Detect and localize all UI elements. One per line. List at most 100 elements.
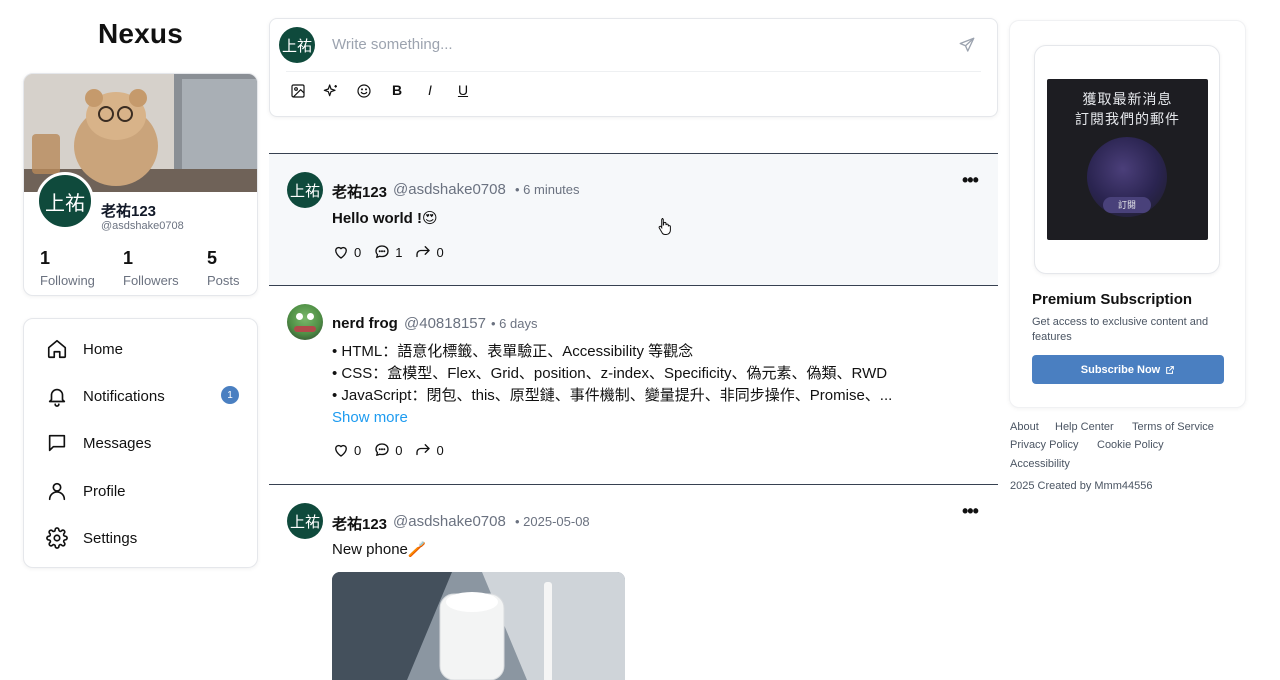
post-line: • JavaScript：閉包、this、原型鏈、事件機制、變量提升、非同步操作… — [332, 387, 893, 404]
composer-avatar: 上祐 — [279, 27, 315, 63]
like-count: 0 — [354, 442, 362, 458]
ad-subscribe-button[interactable]: 訂閱 — [1103, 197, 1151, 213]
post-image[interactable] — [332, 572, 625, 680]
stat-posts-label: Posts — [207, 273, 240, 288]
heart-icon — [335, 246, 347, 259]
feed-post[interactable]: nerd frog @40818157 • 6 days • HTML：語意化標… — [269, 286, 998, 484]
message-icon — [48, 434, 66, 452]
stat-followers-label: Followers — [123, 273, 179, 288]
post-time: • 6 minutes — [515, 182, 580, 197]
nav-item-notifications-label: Notifications — [83, 387, 165, 405]
premium-description: Get access to exclusive content and feat… — [1032, 316, 1209, 343]
post-body: New phone🪥 — [332, 541, 427, 558]
composer-divider — [286, 71, 981, 72]
send-icon[interactable] — [958, 36, 976, 54]
footer-link-accessibility[interactable]: Accessibility — [1010, 458, 1070, 470]
profile-handle: @asdshake0708 — [101, 220, 184, 232]
footer-link-cookie[interactable]: Cookie Policy — [1097, 439, 1164, 451]
nav-item-messages[interactable]: Messages — [46, 430, 151, 456]
external-link-icon — [1166, 365, 1175, 374]
post-time: • 6 days — [491, 316, 538, 331]
ad-line-1: 獲取最新消息 — [1082, 91, 1173, 107]
more-options-icon[interactable]: ••• — [962, 502, 979, 520]
stat-followers-value: 1 — [123, 248, 134, 268]
nav-menu: Home Notifications 1 Messages Profile Se… — [23, 318, 258, 568]
bell-icon — [48, 388, 66, 407]
share-icon — [416, 444, 431, 456]
post-line: • CSS：盒模型、Flex、Grid、position、z-index、Spe… — [332, 365, 888, 382]
stat-following-label: Following — [40, 273, 95, 288]
post-handle[interactable]: @40818157 — [404, 315, 486, 332]
post-author[interactable]: 老祐123 — [332, 181, 387, 202]
bold-button[interactable]: B — [390, 82, 404, 98]
app-logo[interactable]: Nexus — [24, 18, 257, 50]
post-author[interactable]: 老祐123 — [332, 513, 387, 534]
emoji-icon[interactable] — [356, 83, 372, 99]
italic-button[interactable]: I — [423, 82, 437, 98]
heart-icon — [335, 444, 347, 457]
share-button[interactable]: 0 — [414, 243, 444, 261]
subscribe-label: Subscribe Now — [1080, 363, 1161, 376]
newsletter-ad-image: 獲取最新消息 訂閱我們的郵件 訂閱 — [1047, 79, 1208, 240]
more-options-icon[interactable]: ••• — [962, 171, 979, 189]
frog-avatar[interactable] — [287, 304, 323, 340]
sparkle-icon[interactable] — [323, 83, 339, 99]
post-author[interactable]: nerd frog — [332, 315, 398, 332]
stat-posts-value: 5 — [207, 248, 218, 268]
comment-count: 0 — [395, 442, 403, 458]
nav-item-profile-label: Profile — [83, 482, 126, 500]
nav-item-home-label: Home — [83, 340, 124, 358]
subscribe-button[interactable]: Subscribe Now — [1032, 355, 1224, 384]
profile-avatar[interactable]: 上祐 — [36, 172, 94, 230]
share-button[interactable]: 0 — [414, 441, 444, 459]
nav-item-notifications[interactable]: Notifications — [46, 383, 165, 409]
comment-icon — [375, 245, 389, 258]
share-count: 0 — [436, 244, 444, 260]
notifications-badge: 1 — [221, 386, 239, 404]
post-avatar[interactable]: 上祐 — [287, 503, 323, 539]
post-time: • 2025-05-08 — [515, 514, 590, 529]
user-icon — [48, 482, 66, 501]
footer-link-help[interactable]: Help Center — [1055, 421, 1114, 433]
like-button[interactable]: 0 — [332, 441, 361, 459]
comment-button[interactable]: 0 — [373, 441, 402, 459]
copyright-text: 2025 Created by Mmm44556 — [1010, 480, 1153, 492]
underline-button[interactable]: U — [456, 82, 470, 98]
share-count: 0 — [436, 442, 444, 458]
nav-item-profile[interactable]: Profile — [46, 478, 126, 504]
feed-post[interactable]: 上祐 老祐123 @asdshake0708 • 2025-05-08 ••• … — [269, 485, 998, 680]
post-body: Hello world !😍 — [332, 210, 438, 227]
stat-following-value: 1 — [40, 248, 51, 268]
nav-item-settings-label: Settings — [83, 529, 138, 547]
nav-item-settings[interactable]: Settings — [46, 525, 137, 551]
comment-icon — [375, 443, 389, 456]
like-button[interactable]: 0 — [332, 243, 361, 261]
image-icon[interactable] — [290, 83, 306, 99]
stat-following[interactable]: 1 Following — [40, 248, 95, 288]
comment-button[interactable]: 1 — [373, 243, 402, 261]
feed-post[interactable]: 上祐 老祐123 @asdshake0708 • 6 minutes ••• H… — [269, 154, 998, 285]
composer-input[interactable] — [332, 36, 932, 53]
profile-card: 上祐 老祐123 @asdshake0708 1 Following 1 Fol… — [23, 73, 258, 296]
show-more-link[interactable]: Show more — [332, 407, 892, 429]
post-composer: 上祐 B I U — [269, 18, 998, 117]
footer-link-terms[interactable]: Terms of Service — [1132, 421, 1214, 433]
post-avatar[interactable]: 上祐 — [287, 172, 323, 208]
stat-posts[interactable]: 5 Posts — [207, 248, 240, 288]
profile-name: 老祐123 — [101, 203, 157, 220]
post-handle[interactable]: @asdshake0708 — [393, 513, 506, 530]
share-icon — [416, 246, 431, 258]
footer-link-about[interactable]: About — [1010, 421, 1039, 433]
hand-cursor-icon — [658, 218, 671, 235]
nav-item-home[interactable]: Home — [46, 336, 123, 362]
post-handle[interactable]: @asdshake0708 — [393, 181, 506, 198]
newsletter-ad[interactable]: 獲取最新消息 訂閱我們的郵件 訂閱 — [1034, 45, 1220, 274]
like-count: 0 — [354, 244, 362, 260]
gear-icon — [46, 527, 68, 549]
stat-followers[interactable]: 1 Followers — [123, 248, 179, 288]
footer-link-privacy[interactable]: Privacy Policy — [1010, 439, 1078, 451]
comment-count: 1 — [395, 244, 403, 260]
premium-title: Premium Subscription — [1032, 291, 1193, 308]
post-actions: 0 1 0 — [332, 243, 456, 261]
ad-line-2: 訂閱我們的郵件 — [1075, 111, 1180, 127]
